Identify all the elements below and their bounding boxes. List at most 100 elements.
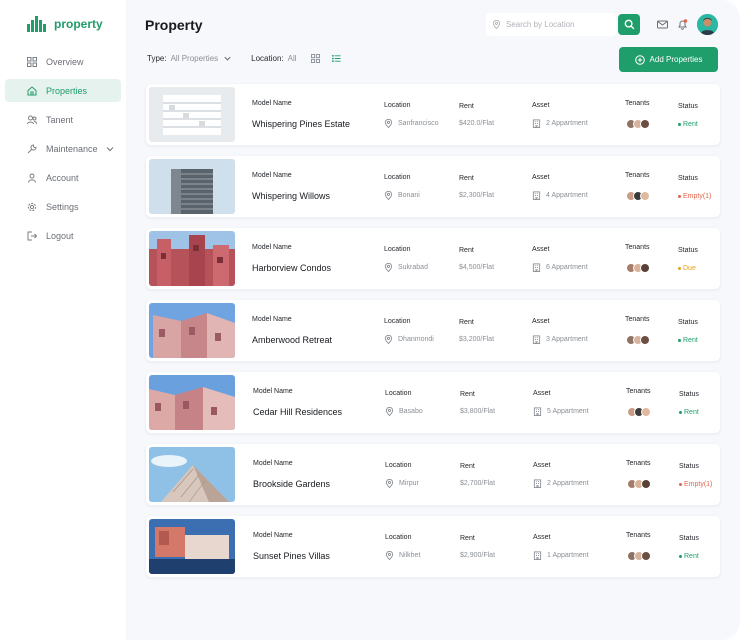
asset-label: Asset: [532, 174, 550, 181]
brand-name: property: [54, 17, 103, 31]
status-text: Rent: [683, 121, 698, 128]
sidebar-item-tanent[interactable]: Tanent: [5, 108, 121, 131]
tenant-avatars[interactable]: [627, 407, 651, 417]
sidebar-item-overview[interactable]: Overview: [5, 50, 121, 73]
sidebar-item-account[interactable]: Account: [5, 166, 121, 189]
user-icon: [28, 173, 36, 183]
logo-icon: [27, 16, 46, 32]
tenant-avatars[interactable]: [626, 191, 650, 201]
location-filter-select[interactable]: All: [288, 54, 297, 63]
property-thumbnail[interactable]: [149, 447, 235, 502]
property-thumbnail[interactable]: [149, 303, 235, 358]
property-row[interactable]: Model Name Cedar Hill Residences Locatio…: [146, 372, 720, 433]
property-name[interactable]: Harborview Condos: [252, 263, 331, 273]
asset-text: 2 Appartment: [546, 120, 588, 127]
property-thumbnail[interactable]: [149, 87, 235, 142]
sidebar-item-properties[interactable]: Properties: [5, 79, 121, 102]
property-row[interactable]: Model Name Sunset Pines Villas Location …: [146, 516, 720, 577]
tenants-label: Tenants: [625, 100, 650, 107]
rent-value: $2,900/Flat: [460, 552, 496, 559]
add-properties-button[interactable]: Add Properties: [619, 47, 718, 72]
tenant-avatar[interactable]: [641, 551, 651, 561]
property-thumbnail[interactable]: [149, 519, 235, 574]
status-badge: Rent: [679, 553, 699, 560]
sidebar-item-settings[interactable]: Settings: [5, 195, 121, 218]
location-value: Bonani: [384, 191, 420, 200]
asset-label: Asset: [532, 246, 550, 253]
property-name[interactable]: Sunset Pines Villas: [253, 551, 330, 561]
asset-label: Asset: [533, 534, 551, 541]
location-pin-icon: [384, 263, 393, 272]
rent-value: $3,200/Flat: [459, 336, 495, 343]
tenant-avatars[interactable]: [626, 335, 650, 345]
status-dot: [679, 411, 682, 414]
tenant-avatar[interactable]: [641, 407, 651, 417]
plus-circle-icon: [634, 54, 645, 65]
tenant-avatar[interactable]: [640, 263, 650, 273]
rent-label: Rent: [459, 247, 474, 254]
search-button[interactable]: [618, 14, 640, 35]
add-properties-label: Add Properties: [649, 55, 703, 64]
location-pin-icon: [384, 335, 393, 344]
property-name[interactable]: Whispering Willows: [252, 191, 330, 201]
location-label: Location: [385, 390, 412, 397]
tenant-avatars[interactable]: [627, 551, 651, 561]
property-name[interactable]: Whispering Pines Estate: [252, 119, 350, 129]
status-badge: Empty(1): [678, 193, 711, 200]
app-window: property Overview Properties Tanent Main…: [0, 0, 740, 640]
tenants-label: Tenants: [625, 172, 650, 179]
location-value: Basabo: [385, 407, 423, 416]
tenant-avatar[interactable]: [640, 119, 650, 129]
status-label: Status: [679, 391, 699, 398]
tenant-avatar[interactable]: [640, 335, 650, 345]
type-filter-select[interactable]: All Properties: [171, 54, 219, 63]
asset-text: 2 Appartment: [547, 480, 589, 487]
status-label: Status: [678, 247, 698, 254]
sidebar-item-maintenance[interactable]: Maintenance: [5, 137, 121, 160]
search-input[interactable]: Search by Location: [486, 13, 616, 36]
tenant-avatars[interactable]: [626, 119, 650, 129]
property-row[interactable]: Model Name Brookside Gardens Location Mi…: [146, 444, 720, 505]
tenant-avatars[interactable]: [627, 479, 651, 489]
model-name-label: Model Name: [252, 316, 292, 323]
asset-value: 2 Appartment: [532, 119, 588, 128]
location-value: Mirpur: [385, 479, 419, 488]
status-badge: Rent: [678, 121, 698, 128]
property-thumbnail[interactable]: [149, 231, 235, 286]
property-row[interactable]: Model Name Harborview Condos Location Su…: [146, 228, 720, 289]
asset-label: Asset: [532, 102, 550, 109]
brand[interactable]: property: [27, 16, 103, 32]
tenant-avatar[interactable]: [641, 479, 651, 489]
avatar-image: [697, 14, 718, 35]
chevron-down-icon[interactable]: [223, 54, 232, 63]
status-dot: [678, 339, 681, 342]
property-row[interactable]: Model Name Whispering Pines Estate Locat…: [146, 84, 720, 145]
status-text: Due: [683, 265, 696, 272]
grid-view-icon[interactable]: [310, 54, 320, 63]
sidebar-item-logout[interactable]: Logout: [5, 224, 121, 247]
asset-label: Asset: [533, 390, 551, 397]
property-thumbnail[interactable]: [149, 375, 235, 430]
list-view-icon[interactable]: [331, 54, 341, 63]
property-thumbnail[interactable]: [149, 159, 235, 214]
property-row[interactable]: Model Name Amberwood Retreat Location Dh…: [146, 300, 720, 361]
property-name[interactable]: Cedar Hill Residences: [253, 407, 342, 417]
location-value: Nilkhet: [385, 551, 420, 560]
sidebar-item-label: Logout: [46, 230, 74, 241]
tenant-avatar[interactable]: [640, 191, 650, 201]
property-row[interactable]: Model Name Whispering Willows Location B…: [146, 156, 720, 217]
status-badge: Rent: [678, 337, 698, 344]
sidebar-item-label: Overview: [46, 56, 84, 67]
status-dot: [678, 195, 681, 198]
tenant-avatars[interactable]: [626, 263, 650, 273]
avatar[interactable]: [697, 14, 718, 35]
building-icon: [532, 119, 541, 128]
property-name[interactable]: Amberwood Retreat: [252, 335, 332, 345]
status-label: Status: [678, 103, 698, 110]
bell-icon[interactable]: [677, 19, 688, 30]
property-name[interactable]: Brookside Gardens: [253, 479, 330, 489]
chevron-down-icon[interactable]: [105, 144, 115, 154]
rent-value: $420.0/Flat: [459, 120, 495, 127]
status-label: Status: [678, 319, 698, 326]
mail-icon[interactable]: [657, 19, 668, 30]
